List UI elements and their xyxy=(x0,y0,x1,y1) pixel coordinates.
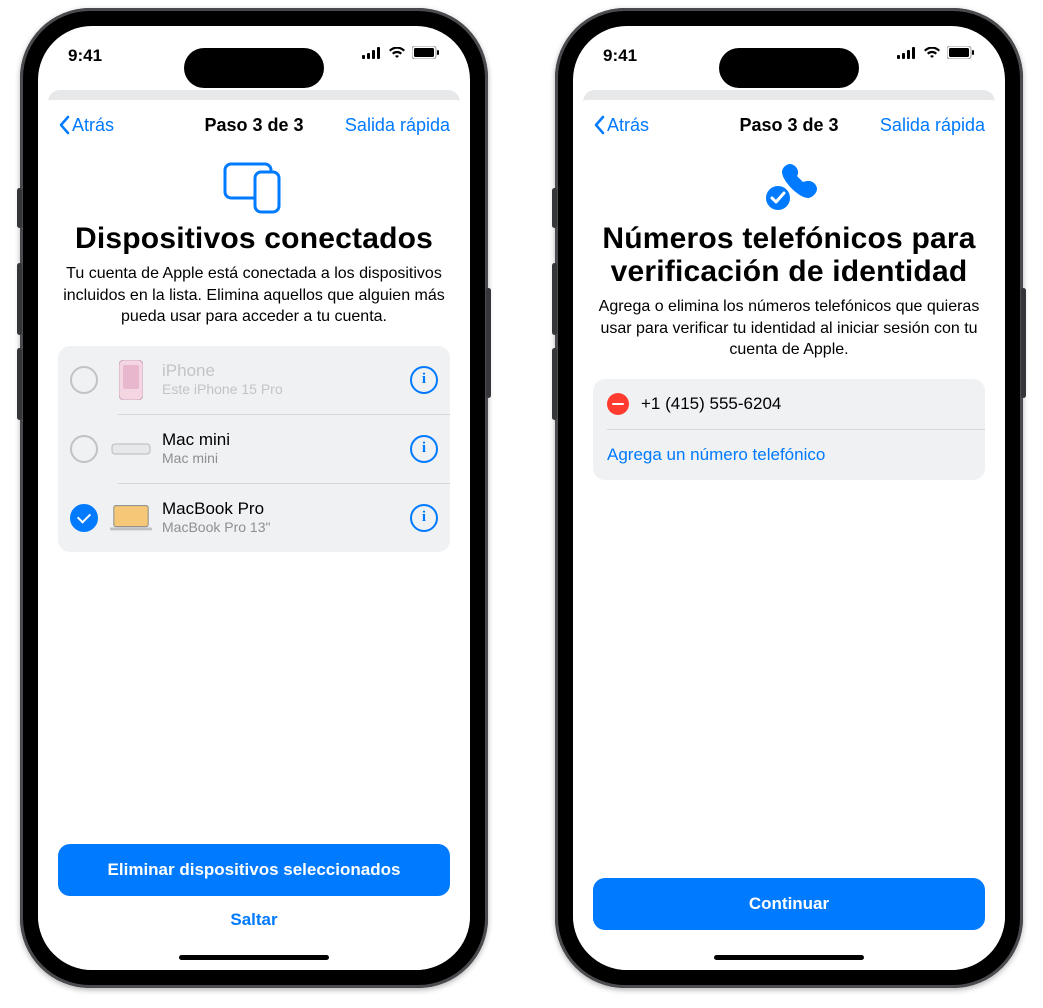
device-subtitle: MacBook Pro 13" xyxy=(162,519,270,535)
remove-devices-button[interactable]: Eliminar dispositivos seleccionados xyxy=(58,844,450,896)
nav-bar: Atrás Paso 3 de 3 Salida rápida xyxy=(593,100,985,150)
radio-selected[interactable] xyxy=(70,504,98,532)
wifi-icon xyxy=(388,47,406,59)
device-name: MacBook Pro xyxy=(162,500,270,519)
chevron-left-icon xyxy=(593,115,605,135)
phone-number-row[interactable]: +1 (415) 555-6204 xyxy=(593,379,985,429)
device-subtitle: Este iPhone 15 Pro xyxy=(162,381,283,397)
info-icon[interactable]: i xyxy=(410,504,438,532)
status-icons xyxy=(362,46,440,59)
device-row-iphone[interactable]: iPhone Este iPhone 15 Pro i xyxy=(58,346,450,414)
battery-icon xyxy=(947,46,975,59)
phone-numbers-list: +1 (415) 555-6204 Agrega un número telef… xyxy=(593,379,985,480)
screen-left: 9:41 Atrás Paso 3 de 3 Salida rápida xyxy=(38,26,470,970)
back-label: Atrás xyxy=(607,115,649,136)
info-icon[interactable]: i xyxy=(410,435,438,463)
device-subtitle: Mac mini xyxy=(162,450,230,466)
iphone-frame-right: 9:41 Atrás Paso 3 de 3 Salida rápida xyxy=(555,8,1023,988)
device-row-macmini[interactable]: Mac mini Mac mini i xyxy=(58,415,450,483)
info-icon[interactable]: i xyxy=(410,366,438,394)
radio-unselected[interactable] xyxy=(70,366,98,394)
back-label: Atrás xyxy=(72,115,114,136)
home-indicator[interactable] xyxy=(714,955,864,960)
status-time: 9:41 xyxy=(603,46,637,66)
skip-button[interactable]: Saltar xyxy=(58,910,450,930)
page-description: Agrega o elimina los números telefónicos… xyxy=(597,296,981,361)
page-title: Dispositivos conectados xyxy=(58,222,450,255)
page-title: Números telefónicos para verificación de… xyxy=(593,222,985,288)
device-row-macbook[interactable]: MacBook Pro MacBook Pro 13" i xyxy=(58,484,450,552)
phone-number-value: +1 (415) 555-6204 xyxy=(641,394,781,414)
device-name: iPhone xyxy=(162,362,283,381)
devices-hero-icon xyxy=(219,158,289,214)
battery-icon xyxy=(412,46,440,59)
status-time: 9:41 xyxy=(68,46,102,66)
iphone-frame-left: 9:41 Atrás Paso 3 de 3 Salida rápida xyxy=(20,8,488,988)
signal-icon xyxy=(362,47,382,59)
add-phone-number-button[interactable]: Agrega un número telefónico xyxy=(593,430,985,480)
continue-button[interactable]: Continuar xyxy=(593,878,985,930)
page-description: Tu cuenta de Apple está conectada a los … xyxy=(62,263,446,328)
screen-right: 9:41 Atrás Paso 3 de 3 Salida rápida xyxy=(573,26,1005,970)
macbook-thumbnail-icon xyxy=(110,497,152,539)
status-icons xyxy=(897,46,975,59)
quick-exit-button[interactable]: Salida rápida xyxy=(880,115,985,136)
signal-icon xyxy=(897,47,917,59)
phone-verify-hero-icon xyxy=(754,158,824,214)
macmini-thumbnail-icon xyxy=(110,428,152,470)
wifi-icon xyxy=(923,47,941,59)
back-button[interactable]: Atrás xyxy=(58,115,114,136)
iphone-thumbnail-icon xyxy=(110,359,152,401)
chevron-left-icon xyxy=(58,115,70,135)
devices-list: iPhone Este iPhone 15 Pro i Mac mini Mac… xyxy=(58,346,450,552)
back-button[interactable]: Atrás xyxy=(593,115,649,136)
radio-unselected[interactable] xyxy=(70,435,98,463)
home-indicator[interactable] xyxy=(179,955,329,960)
nav-bar: Atrás Paso 3 de 3 Salida rápida xyxy=(58,100,450,150)
device-name: Mac mini xyxy=(162,431,230,450)
remove-minus-icon[interactable] xyxy=(607,393,629,415)
quick-exit-button[interactable]: Salida rápida xyxy=(345,115,450,136)
